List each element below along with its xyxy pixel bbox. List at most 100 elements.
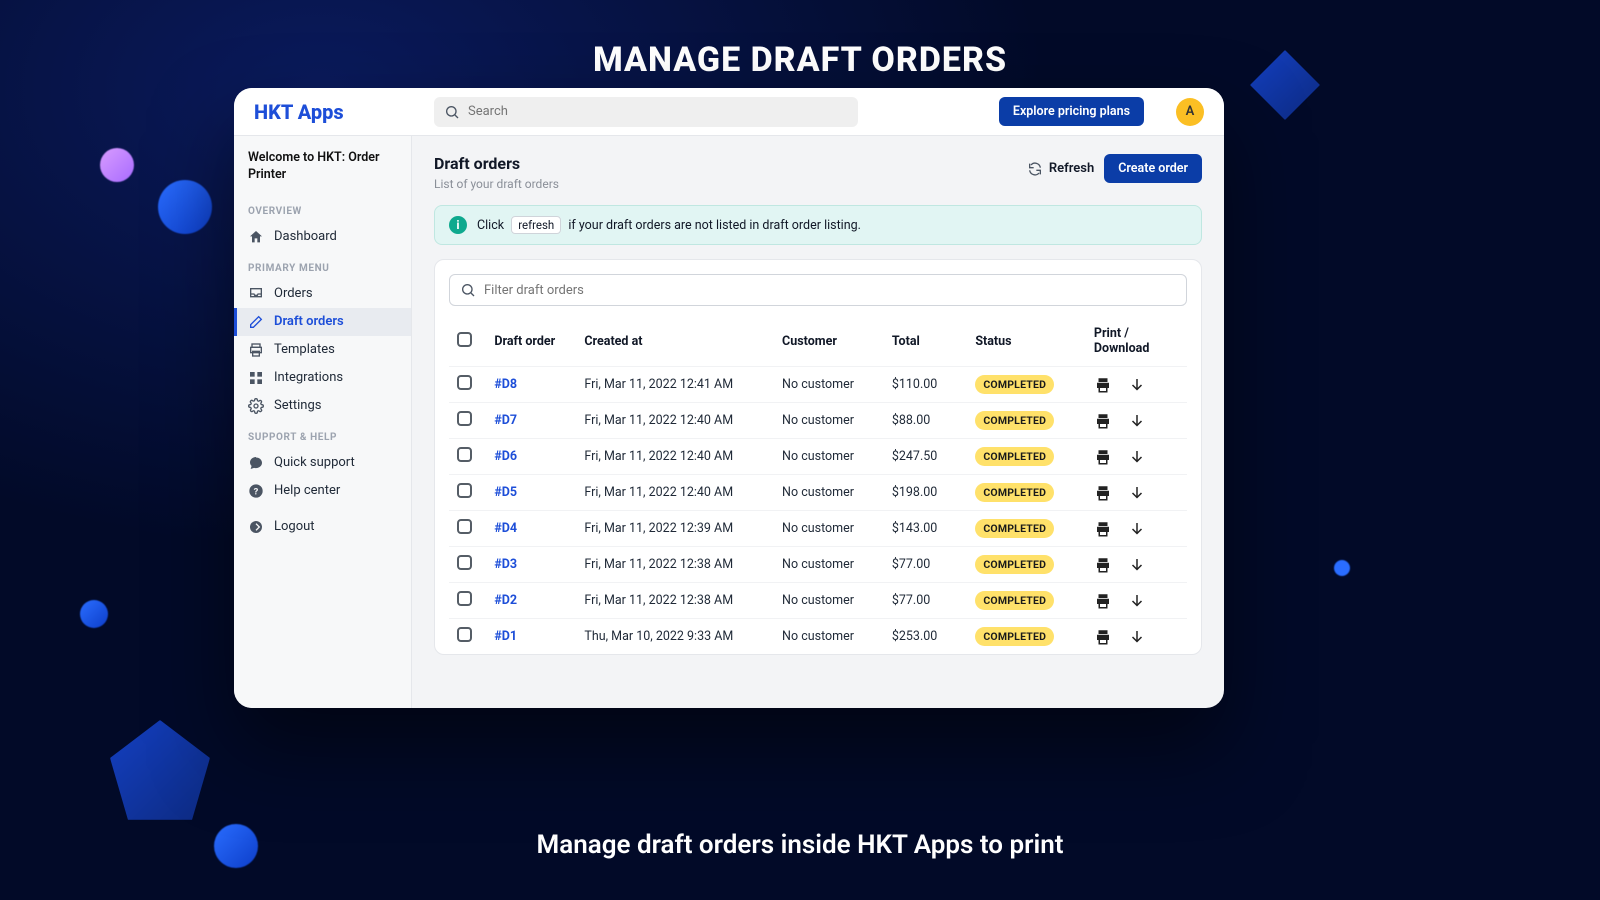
download-icon[interactable] [1128,628,1146,646]
sidebar-item-draft-orders[interactable]: Draft orders [234,308,411,336]
draft-order-link[interactable]: #D7 [494,413,517,428]
table-row: #D3 Fri, Mar 11, 2022 12:38 AMNo customer… [449,547,1187,583]
sidebar-item-dashboard[interactable]: Dashboard [234,223,411,251]
row-checkbox[interactable] [457,447,472,462]
draft-orders-table: Draft order Created at Customer Total St… [449,316,1187,654]
cell-created-at: Fri, Mar 11, 2022 12:41 AM [576,367,774,403]
sidebar-item-quick-support[interactable]: Quick support [234,449,411,477]
table-row: #D2Fri, Mar 11, 2022 12:38 AMNo customer… [449,583,1187,619]
draft-order-link[interactable]: #D8 [494,377,517,392]
row-checkbox[interactable] [457,627,472,642]
th-created-at: Created at [576,316,774,367]
row-checkbox[interactable] [457,591,472,606]
select-all-checkbox[interactable] [457,332,472,347]
filter-input-wrap[interactable] [449,274,1187,306]
sidebar-item-integrations[interactable]: Integrations [234,364,411,392]
download-icon[interactable] [1128,484,1146,502]
sidebar-item-label: Help center [274,483,340,498]
draft-order-link[interactable]: #D6 [494,449,517,464]
top-bar: HKT Apps Explore pricing plans A [234,88,1224,136]
edit-icon [248,314,264,330]
welcome-text: Welcome to HKT: Order Printer [234,150,411,194]
cell-total: $88.00 [884,403,967,439]
info-banner: i Click refresh if your draft orders are… [434,205,1202,245]
draft-order-link[interactable]: #D1 [494,629,517,644]
print-icon[interactable] [1094,520,1112,538]
sidebar-item-label: Templates [274,342,335,357]
refresh-label: Refresh [1049,161,1094,176]
cell-total: $77.00 [884,547,967,583]
global-search[interactable] [434,97,858,127]
row-checkbox[interactable] [457,483,472,498]
print-icon[interactable] [1094,412,1112,430]
orders-card: Draft order Created at Customer Total St… [434,259,1202,655]
cell-customer: No customer [774,619,884,655]
row-checkbox[interactable] [457,519,472,534]
status-badge: COMPLETED [975,519,1054,538]
avatar[interactable]: A [1176,98,1204,126]
cell-created-at: Fri, Mar 11, 2022 12:40 AM [576,439,774,475]
draft-order-link[interactable]: #D4 [494,521,517,536]
section-overview: OVERVIEW [234,194,411,223]
download-icon[interactable] [1128,556,1146,574]
download-icon[interactable] [1128,592,1146,610]
cell-customer: No customer [774,367,884,403]
sidebar-item-label: Draft orders [274,314,344,329]
th-draft-order: Draft order [486,316,576,367]
create-order-button[interactable]: Create order [1104,154,1202,183]
sidebar-item-logout[interactable]: Logout [234,513,411,541]
sidebar-item-label: Quick support [274,455,355,470]
bg-orb [100,148,134,182]
print-icon[interactable] [1094,592,1112,610]
sidebar-item-help-center[interactable]: ? Help center [234,477,411,505]
bg-orb [80,600,108,628]
print-icon[interactable] [1094,556,1112,574]
print-icon[interactable] [1094,484,1112,502]
th-total: Total [884,316,967,367]
main-content: Draft orders List of your draft orders R… [412,136,1224,708]
print-icon[interactable] [1094,628,1112,646]
global-search-input[interactable] [468,104,848,119]
cell-total: $110.00 [884,367,967,403]
filter-input[interactable] [484,283,1176,298]
sidebar-item-templates[interactable]: Templates [234,336,411,364]
download-icon[interactable] [1128,448,1146,466]
download-icon[interactable] [1128,376,1146,394]
home-icon [248,229,264,245]
banner-text: Click refresh if your draft orders are n… [477,218,861,233]
draft-order-link[interactable]: #D3 [494,557,517,572]
refresh-button[interactable]: Refresh [1027,161,1094,177]
draft-order-link[interactable]: #D5 [494,485,517,500]
refresh-chip[interactable]: refresh [511,216,561,234]
table-row: #D8 Fri, Mar 11, 2022 12:41 AMNo customer… [449,367,1187,403]
draft-order-link[interactable]: #D2 [494,593,517,608]
row-checkbox[interactable] [457,375,472,390]
cell-customer: No customer [774,547,884,583]
download-icon[interactable] [1128,412,1146,430]
sidebar-item-settings[interactable]: Settings [234,392,411,420]
cell-total: $253.00 [884,619,967,655]
cell-total: $247.50 [884,439,967,475]
cell-created-at: Fri, Mar 11, 2022 12:40 AM [576,475,774,511]
download-icon[interactable] [1128,520,1146,538]
logout-icon [248,519,264,535]
inbox-icon [248,286,264,302]
bg-orb [158,180,212,234]
sidebar-item-orders[interactable]: Orders [234,280,411,308]
cell-created-at: Fri, Mar 11, 2022 12:38 AM [576,547,774,583]
print-icon[interactable] [1094,376,1112,394]
print-icon[interactable] [1094,448,1112,466]
sidebar-item-label: Settings [274,398,321,413]
page-subtitle: List of your draft orders [434,177,1027,191]
status-badge: COMPLETED [975,555,1054,574]
cell-created-at: Fri, Mar 11, 2022 12:39 AM [576,511,774,547]
status-badge: COMPLETED [975,591,1054,610]
row-checkbox[interactable] [457,411,472,426]
brand-logo: HKT Apps [254,100,414,124]
status-badge: COMPLETED [975,411,1054,430]
row-checkbox[interactable] [457,555,472,570]
explore-plans-button[interactable]: Explore pricing plans [999,97,1144,126]
gear-icon [248,398,264,414]
search-icon [444,104,460,120]
th-actions: Print / Download [1086,316,1187,367]
